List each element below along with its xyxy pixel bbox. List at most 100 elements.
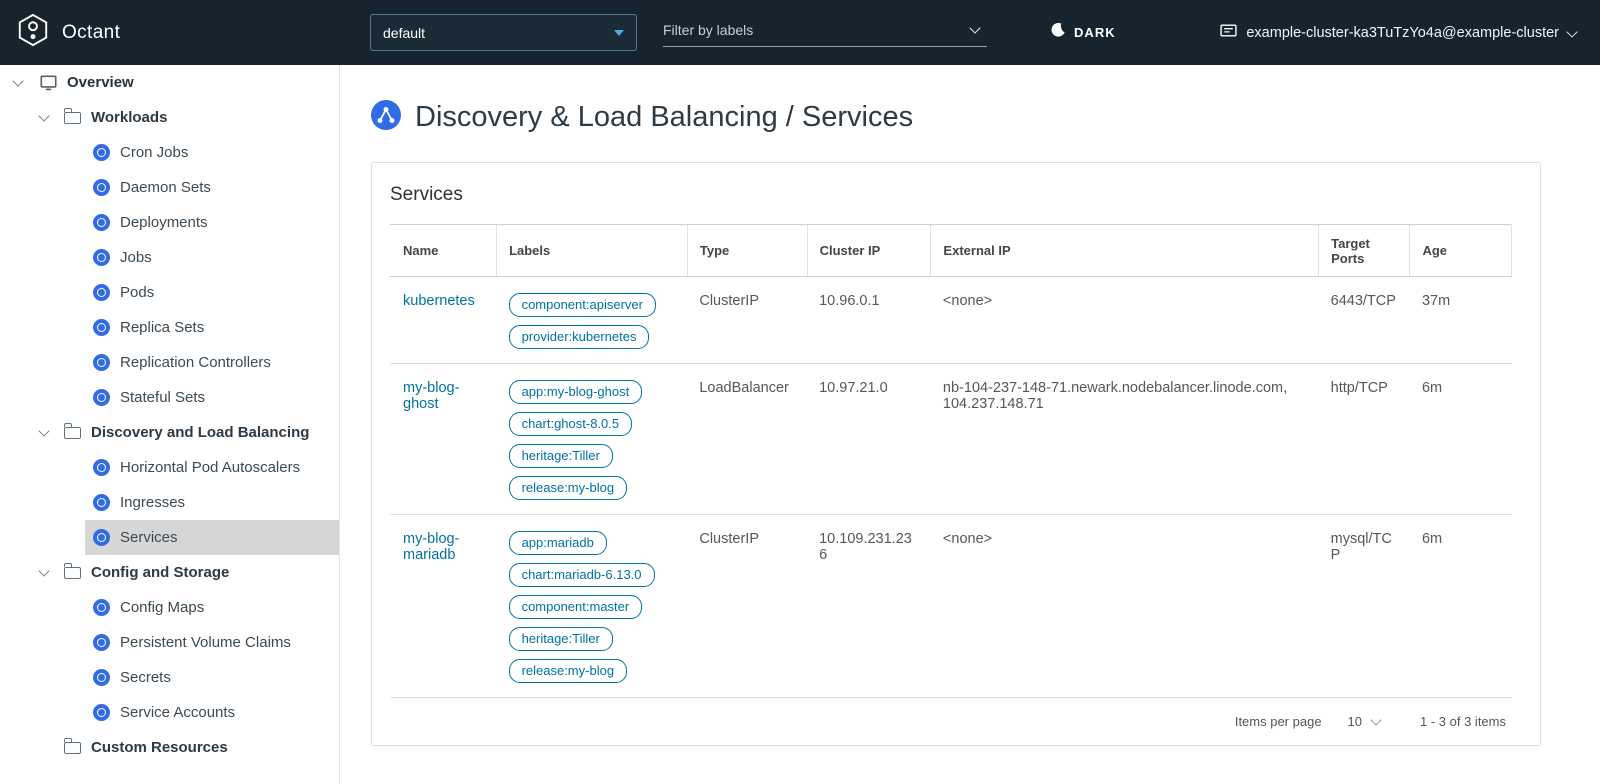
discovery-load-balancing-icon — [371, 100, 401, 135]
sidebar-item-horizontal-pod-autoscalers[interactable]: Horizontal Pod Autoscalers — [85, 450, 339, 485]
octant-logo-icon — [16, 13, 50, 52]
cell-name: my-blog-ghost — [390, 364, 497, 515]
sidebar-item-pods[interactable]: Pods — [85, 275, 339, 310]
column-header-target-ports: Target Ports — [1319, 225, 1410, 277]
sidebar-group-custom-resources[interactable]: Custom Resources — [0, 730, 339, 765]
page-title: Discovery & Load Balancing / Services — [415, 101, 913, 134]
theme-toggle-label: DARK — [1074, 25, 1116, 40]
sidebar-item-overview[interactable]: Overview — [0, 65, 339, 100]
daemon-sets-icon — [93, 179, 110, 196]
cell-target-ports: mysql/TCP — [1319, 515, 1410, 698]
label-badge: chart:mariadb-6.13.0 — [509, 563, 655, 587]
label-badge: heritage:Tiller — [509, 627, 613, 651]
sidebar-item-label: Daemon Sets — [120, 179, 211, 196]
sidebar-item-config-maps[interactable]: Config Maps — [85, 590, 339, 625]
chevron-down-icon[interactable] — [969, 22, 980, 33]
label-badge: provider:kubernetes — [509, 325, 650, 349]
sidebar-group-label: Config and Storage — [91, 564, 229, 581]
sidebar-group-workloads[interactable]: Workloads — [0, 100, 339, 135]
card-title: Services — [372, 163, 1540, 224]
sidebar-item-label: Service Accounts — [120, 704, 235, 721]
folder-icon — [64, 112, 81, 124]
sidebar-item-stateful-sets[interactable]: Stateful Sets — [85, 380, 339, 415]
folder-icon — [64, 742, 81, 754]
sidebar-group-label: Discovery and Load Balancing — [91, 424, 309, 441]
cell-labels: app:mariadb chart:mariadb-6.13.0 compone… — [497, 515, 688, 698]
replica-sets-icon — [93, 319, 110, 336]
column-header-age: Age — [1410, 225, 1512, 277]
moon-icon — [1050, 22, 1066, 43]
sidebar-item-deployments[interactable]: Deployments — [85, 205, 339, 240]
service-accounts-icon — [93, 704, 110, 721]
sidebar-item-ingresses[interactable]: Ingresses — [85, 485, 339, 520]
chevron-down-icon — [1370, 714, 1381, 725]
cell-type: LoadBalancer — [687, 364, 807, 515]
sidebar-item-replica-sets[interactable]: Replica Sets — [85, 310, 339, 345]
column-header-external-ip: External IP — [931, 225, 1319, 277]
theme-toggle-button[interactable]: DARK — [1050, 22, 1116, 43]
service-link[interactable]: kubernetes — [403, 293, 475, 309]
cell-type: ClusterIP — [687, 515, 807, 698]
page-title-row: Discovery & Load Balancing / Services — [371, 100, 1570, 135]
caret-down-icon — [614, 30, 624, 36]
cell-age: 37m — [1410, 277, 1512, 364]
sidebar-item-label: Services — [120, 529, 178, 546]
chevron-down-icon[interactable] — [38, 112, 50, 124]
cell-name: my-blog-mariadb — [390, 515, 497, 698]
sidebar-item-persistent-volume-claims[interactable]: Persistent Volume Claims — [85, 625, 339, 660]
sidebar-group-config-and-storage[interactable]: Config and Storage — [0, 555, 339, 590]
app-header: Octant default DARK example-cluster-ka3T… — [0, 0, 1600, 65]
sidebar-item-label: Overview — [67, 74, 134, 91]
sidebar-item-services[interactable]: Services — [85, 520, 339, 555]
sidebar-group-label: Workloads — [91, 109, 167, 126]
namespace-value: default — [383, 25, 425, 41]
sidebar-item-service-accounts[interactable]: Service Accounts — [85, 695, 339, 730]
cell-type: ClusterIP — [687, 277, 807, 364]
label-badge: chart:ghost-8.0.5 — [509, 412, 633, 436]
chevron-down-icon[interactable] — [12, 77, 24, 89]
label-filter-input[interactable] — [663, 22, 943, 38]
table-header-row: Name Labels Type Cluster IP External IP … — [390, 225, 1512, 277]
sidebar-item-daemon-sets[interactable]: Daemon Sets — [85, 170, 339, 205]
sidebar-group-label: Custom Resources — [91, 739, 228, 756]
sidebar-item-label: Deployments — [120, 214, 208, 231]
namespace-select[interactable]: default — [370, 14, 637, 51]
service-link[interactable]: my-blog-ghost — [403, 380, 459, 412]
sidebar-item-label: Replica Sets — [120, 319, 204, 336]
folder-icon — [64, 567, 81, 579]
services-table: Name Labels Type Cluster IP External IP … — [390, 224, 1512, 698]
secrets-icon — [93, 669, 110, 686]
pagination-range: 1 - 3 of 3 items — [1420, 714, 1506, 729]
pagination-bar: Items per page 10 1 - 3 of 3 items — [372, 698, 1540, 745]
sidebar-item-replication-controllers[interactable]: Replication Controllers — [85, 345, 339, 380]
label-filter — [663, 14, 987, 47]
label-badge: release:my-blog — [509, 659, 628, 683]
cell-age: 6m — [1410, 515, 1512, 698]
deployments-icon — [93, 214, 110, 231]
column-header-labels: Labels — [497, 225, 688, 277]
chevron-down-icon[interactable] — [38, 567, 50, 579]
sidebar-item-secrets[interactable]: Secrets — [85, 660, 339, 695]
sidebar-item-cron-jobs[interactable]: Cron Jobs — [85, 135, 339, 170]
cell-target-ports: 6443/TCP — [1319, 277, 1410, 364]
label-badge: app:my-blog-ghost — [509, 380, 643, 404]
sidebar-item-label: Jobs — [120, 249, 152, 266]
cell-external-ip: nb-104-237-148-71.newark.nodebalancer.li… — [931, 364, 1319, 515]
app-title: Octant — [62, 22, 120, 44]
label-badge: heritage:Tiller — [509, 444, 613, 468]
services-icon — [93, 529, 110, 546]
sidebar-group-discovery-and-load-balancing[interactable]: Discovery and Load Balancing — [0, 415, 339, 450]
cell-external-ip: <none> — [931, 515, 1319, 698]
sidebar-item-jobs[interactable]: Jobs — [85, 240, 339, 275]
brand: Octant — [16, 0, 120, 65]
horizontal-pod-autoscalers-icon — [93, 459, 110, 476]
cell-external-ip: <none> — [931, 277, 1319, 364]
label-badge: app:mariadb — [509, 531, 607, 555]
cell-labels: app:my-blog-ghost chart:ghost-8.0.5 heri… — [497, 364, 688, 515]
cell-cluster-ip: 10.109.231.236 — [807, 515, 931, 698]
cell-cluster-ip: 10.97.21.0 — [807, 364, 931, 515]
service-link[interactable]: my-blog-mariadb — [403, 531, 459, 563]
items-per-page-select[interactable]: 10 — [1348, 714, 1380, 729]
chevron-down-icon[interactable] — [38, 427, 50, 439]
cluster-context-select[interactable]: example-cluster-ka3TuTzYo4a@example-clus… — [1220, 22, 1576, 44]
